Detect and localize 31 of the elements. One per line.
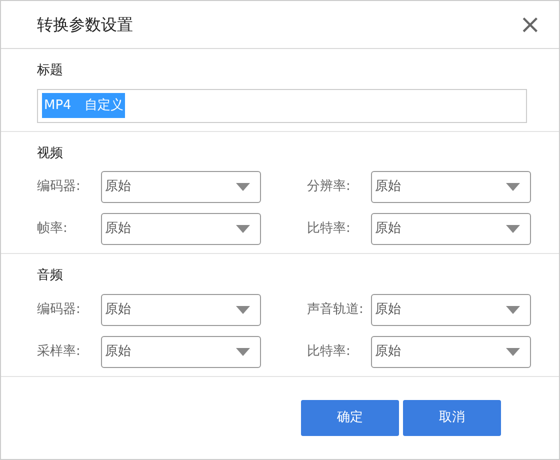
field-label: 编码器:: [37, 178, 82, 196]
field-label: 比特率:: [307, 220, 352, 238]
cancel-button[interactable]: 取消: [403, 400, 501, 436]
caret-icon: [506, 225, 520, 233]
dropdown[interactable]: 原始: [101, 171, 261, 203]
close-button[interactable]: ×: [515, 12, 545, 38]
field-label: 编码器:: [37, 300, 82, 319]
dropdown[interactable]: 原始: [101, 336, 261, 368]
field-label: 声音轨道:: [307, 300, 364, 319]
caret-icon: [236, 225, 250, 233]
field-label: 比特率:: [307, 342, 352, 361]
caret-icon: [236, 183, 250, 191]
caret-icon: [506, 306, 520, 314]
dropdown[interactable]: 原始: [371, 294, 531, 326]
dropdown[interactable]: 原始: [371, 336, 531, 368]
section-heading: 标题: [37, 62, 64, 80]
dropdown[interactable]: 原始: [101, 213, 261, 245]
ok-button[interactable]: 确定: [301, 400, 399, 436]
caret-icon: [236, 348, 250, 356]
dropdown[interactable]: 原始: [101, 294, 261, 326]
section-heading: 音频: [37, 267, 64, 285]
dropdown[interactable]: 原始: [371, 213, 531, 245]
dialog-title: 转换参数设置: [37, 14, 133, 36]
caret-icon: [506, 348, 520, 356]
section-heading: 视频: [37, 144, 64, 162]
field-label: 采样率:: [37, 342, 82, 361]
field-label: 分辨率:: [307, 178, 352, 196]
caret-icon: [506, 183, 520, 191]
dropdown[interactable]: 原始: [371, 171, 531, 203]
field-label: 帧率:: [37, 220, 68, 238]
caret-icon: [236, 306, 250, 314]
